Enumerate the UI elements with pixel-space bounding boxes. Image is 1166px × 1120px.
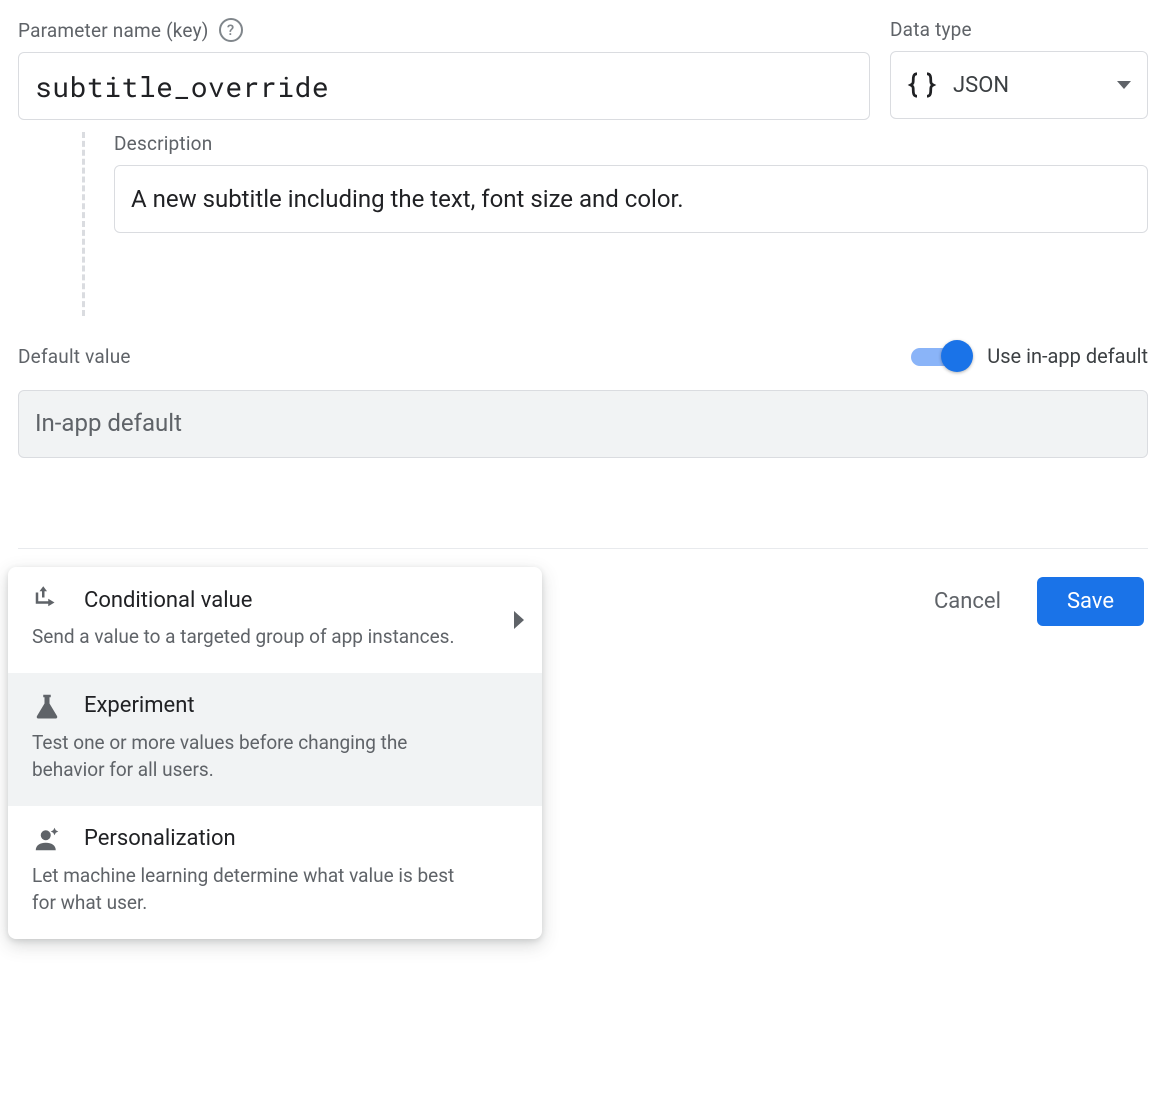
data-type-select[interactable]: JSON bbox=[890, 51, 1148, 119]
section-divider bbox=[18, 548, 1148, 549]
menu-item-conditional-value[interactable]: Conditional value Send a value to a targ… bbox=[8, 567, 542, 673]
data-type-value: JSON bbox=[953, 73, 1101, 98]
default-value-input: In-app default bbox=[18, 390, 1148, 458]
chevron-down-icon bbox=[1117, 81, 1131, 89]
default-value-label: Default value bbox=[18, 345, 131, 368]
data-type-label: Data type bbox=[890, 18, 1148, 41]
tree-connector bbox=[18, 132, 114, 316]
person-sparkle-icon bbox=[32, 824, 62, 854]
use-in-app-default-toggle[interactable] bbox=[911, 340, 973, 372]
cancel-button[interactable]: Cancel bbox=[934, 577, 1001, 626]
description-input[interactable] bbox=[114, 165, 1148, 233]
chevron-right-icon bbox=[514, 611, 524, 629]
save-button[interactable]: Save bbox=[1037, 577, 1144, 626]
help-icon[interactable]: ? bbox=[219, 18, 243, 42]
toggle-label: Use in-app default bbox=[987, 344, 1148, 368]
conditional-icon bbox=[32, 585, 62, 615]
json-icon bbox=[907, 70, 937, 100]
parameter-name-label: Parameter name (key) ? bbox=[18, 18, 870, 42]
menu-item-experiment[interactable]: Experiment Test one or more values befor… bbox=[8, 673, 542, 806]
flask-icon bbox=[32, 691, 62, 721]
description-label: Description bbox=[114, 132, 1148, 155]
menu-item-personalization[interactable]: Personalization Let machine learning det… bbox=[8, 806, 542, 939]
parameter-name-input[interactable] bbox=[18, 52, 870, 120]
add-option-menu: Conditional value Send a value to a targ… bbox=[8, 567, 542, 939]
